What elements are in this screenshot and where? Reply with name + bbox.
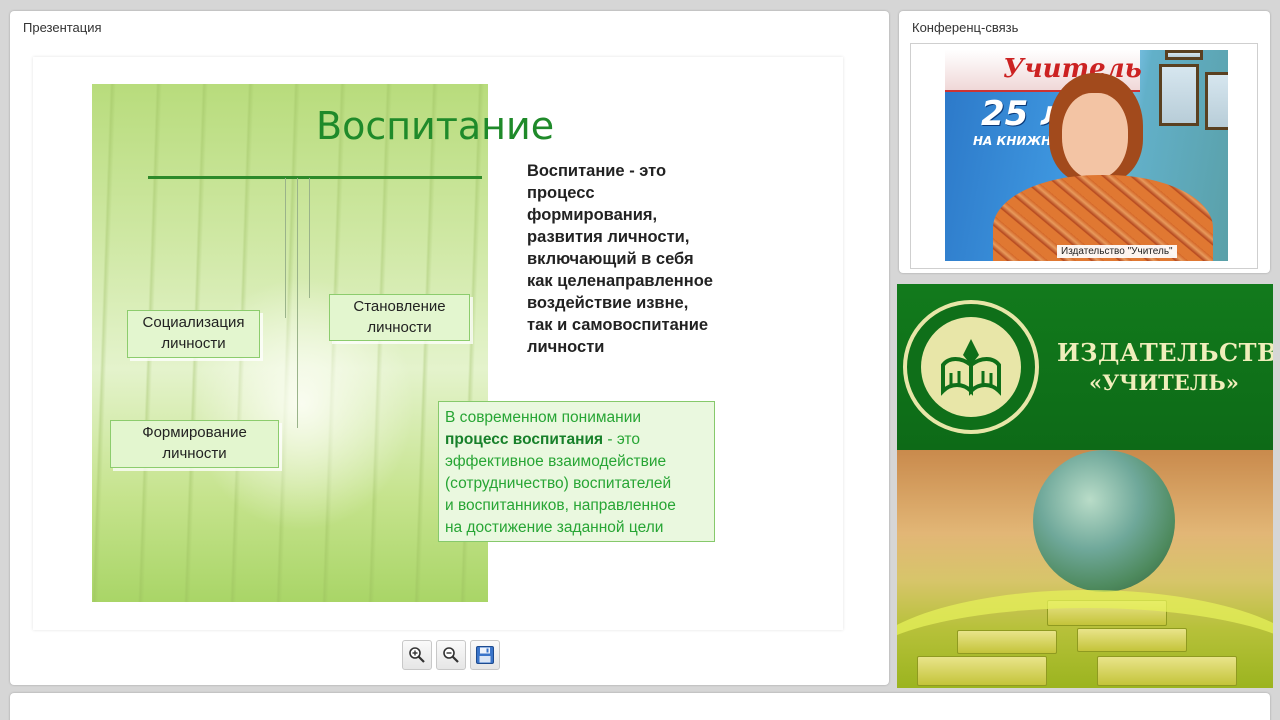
slide-title: Воспитание bbox=[316, 104, 555, 148]
definition-line: формирования, bbox=[527, 206, 658, 224]
node-socialization-line2: личности bbox=[161, 335, 226, 352]
video-container[interactable]: Учитель 25 л НА КНИЖНО Издательство "Учи… bbox=[910, 43, 1258, 269]
wall-picture bbox=[1165, 50, 1203, 60]
modern-line: (сотрудничество) воспитателей bbox=[445, 475, 672, 492]
banner-swoosh bbox=[897, 590, 1273, 688]
zoom-in-icon bbox=[409, 647, 425, 663]
connector-line bbox=[285, 178, 286, 318]
zoom-out-icon bbox=[443, 647, 459, 663]
publisher-logo-icon bbox=[903, 300, 1039, 434]
modern-line: и воспитанников, направленное bbox=[445, 497, 676, 514]
save-button[interactable] bbox=[470, 640, 500, 670]
modern-after-bold: - это bbox=[603, 431, 640, 448]
node-stanovlenie-line1: Становление bbox=[353, 298, 446, 315]
node-formation-line2: личности bbox=[162, 445, 227, 462]
wall-picture bbox=[1159, 64, 1199, 126]
book-emblem-icon bbox=[941, 339, 1001, 396]
definition-line: личности bbox=[527, 338, 605, 356]
connector-line bbox=[297, 178, 298, 428]
connector-line bbox=[309, 178, 310, 298]
modern-understanding-box: В современном понимании процесс воспитан… bbox=[438, 401, 715, 542]
node-socialization-line1: Социализация bbox=[142, 314, 245, 331]
definition-line: включающий в себя bbox=[527, 250, 694, 268]
node-stanovlenie: Становление личности bbox=[329, 294, 470, 341]
zoom-in-button[interactable] bbox=[402, 640, 432, 670]
definition-line: развития личности, bbox=[527, 228, 690, 246]
publisher-banner: ИЗДАТЕЛЬСТВО «УЧИТЕЛЬ» bbox=[897, 284, 1273, 688]
save-icon bbox=[476, 646, 494, 664]
conference-panel: Конференц-связь Учитель 25 л НА КНИЖНО И… bbox=[899, 11, 1270, 273]
logo-inner-circle bbox=[921, 317, 1021, 417]
node-stanovlenie-line2: личности bbox=[367, 319, 432, 336]
globe-image bbox=[1033, 450, 1175, 592]
slide-toolbar bbox=[402, 640, 500, 670]
title-underline bbox=[148, 176, 482, 179]
video-stream: Учитель 25 л НА КНИЖНО Издательство "Учи… bbox=[945, 50, 1228, 261]
presentation-panel-title: Презентация bbox=[23, 20, 102, 35]
node-socialization: Социализация личности bbox=[127, 310, 260, 358]
presentation-slide: Воспитание Социализация личности Становл… bbox=[33, 57, 843, 630]
presentation-panel: Презентация Воспитание Социализация личн… bbox=[10, 11, 889, 685]
wall-picture bbox=[1205, 72, 1228, 130]
modern-line: процесс воспитания - это bbox=[445, 429, 709, 451]
brand-line-2: «УЧИТЕЛЬ» bbox=[1089, 370, 1239, 395]
definition-text: Воспитание - это процесс формирования, р… bbox=[527, 160, 747, 358]
presenter-face bbox=[1062, 93, 1128, 179]
banner-image bbox=[897, 450, 1273, 688]
definition-line: как целенаправленное bbox=[527, 272, 713, 290]
modern-line: на достижение заданной цели bbox=[445, 519, 664, 536]
banner-header: ИЗДАТЕЛЬСТВО «УЧИТЕЛЬ» bbox=[897, 284, 1273, 450]
definition-line: Воспитание - это bbox=[527, 162, 667, 180]
definition-line: воздействие извне, bbox=[527, 294, 689, 312]
video-caption: Издательство "Учитель" bbox=[1057, 245, 1177, 258]
node-formation: Формирование личности bbox=[110, 420, 279, 468]
node-formation-line1: Формирование bbox=[142, 424, 247, 441]
zoom-out-button[interactable] bbox=[436, 640, 466, 670]
modern-bold-term: процесс воспитания bbox=[445, 431, 604, 448]
modern-line: эффективное взаимодействие bbox=[445, 453, 667, 470]
definition-line: процесс bbox=[527, 184, 595, 202]
modern-line: В современном понимании bbox=[445, 409, 642, 426]
bottom-panel bbox=[10, 693, 1270, 720]
brand-line-1: ИЗДАТЕЛЬСТВО bbox=[1057, 338, 1273, 367]
conference-panel-title: Конференц-связь bbox=[912, 20, 1019, 35]
definition-line: так и самовоспитание bbox=[527, 316, 709, 334]
